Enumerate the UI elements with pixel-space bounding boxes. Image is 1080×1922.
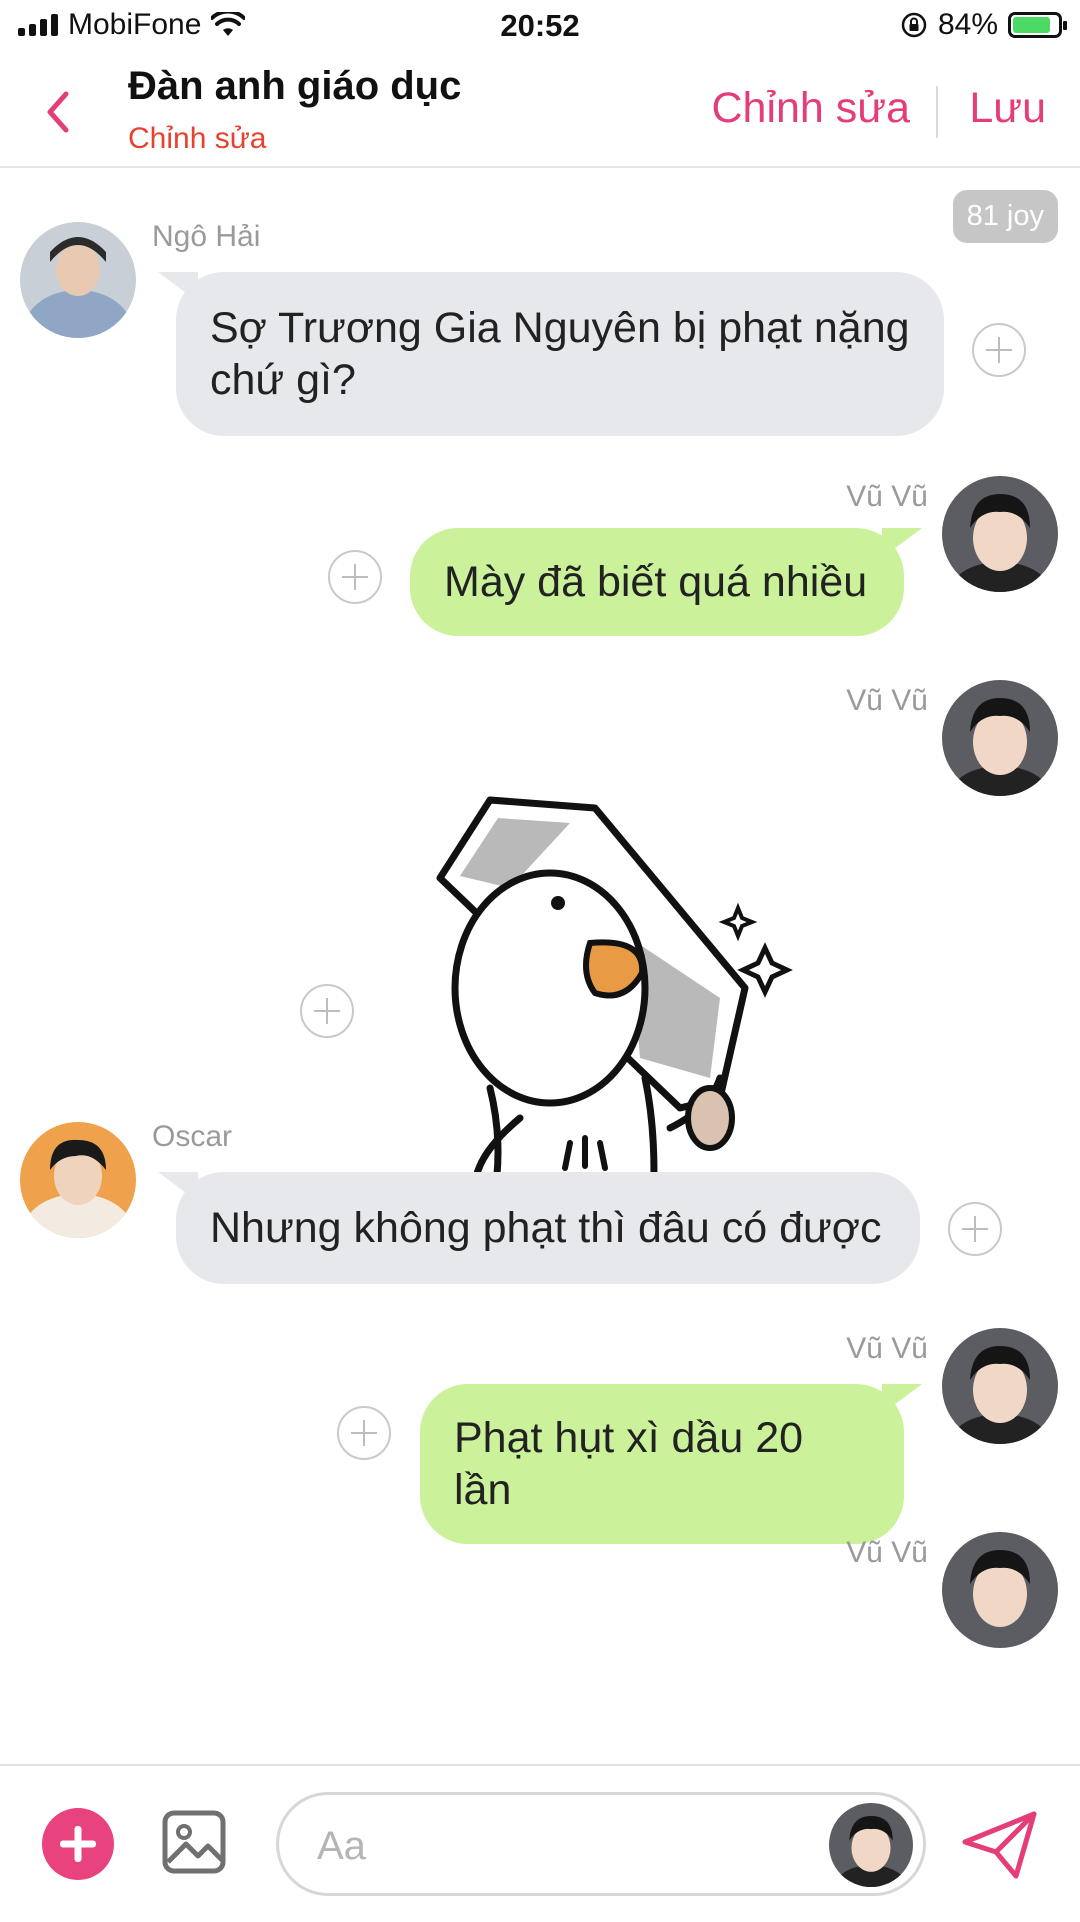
header-divider bbox=[936, 86, 938, 138]
edit-button[interactable]: Chỉnh sửa bbox=[712, 84, 911, 133]
status-bar: MobiFone 20:52 84% bbox=[0, 0, 1080, 56]
message-input[interactable] bbox=[315, 1817, 799, 1875]
message-text: Phạt hụt xì dầu 20 lần bbox=[454, 1414, 804, 1514]
status-right: 84% bbox=[900, 8, 1067, 42]
joy-badge: 81 joy bbox=[952, 190, 1058, 243]
battery-icon bbox=[1008, 12, 1067, 38]
add-reaction-icon[interactable] bbox=[972, 323, 1026, 377]
sender-name: Oscar bbox=[152, 1120, 233, 1153]
message-bubble[interactable]: Phạt hụt xì dầu 20 lần bbox=[420, 1384, 922, 1544]
page-title: Đàn anh giáo dục bbox=[128, 64, 462, 108]
message-bubble[interactable]: Sợ Trương Gia Nguyên bị phạt nặng chứ gì… bbox=[158, 272, 944, 436]
battery-percent: 84% bbox=[937, 8, 998, 41]
add-reaction-icon[interactable] bbox=[300, 984, 354, 1038]
chat-header: Đàn anh giáo dục Chỉnh sửa Chỉnh sửa Lưu bbox=[0, 56, 1080, 168]
avatar-oscar[interactable] bbox=[20, 1122, 136, 1238]
save-button[interactable]: Lưu bbox=[969, 84, 1046, 133]
chat-messages[interactable]: 81 joy Ngô Hải Sợ Trương Gia Nguyên bị p… bbox=[0, 168, 1080, 1764]
message-text: Nhưng không phạt thì đâu có được bbox=[210, 1204, 882, 1252]
page-subtitle[interactable]: Chỉnh sửa bbox=[128, 122, 267, 156]
message-bubble[interactable]: Mày đã biết quá nhiều bbox=[410, 528, 922, 636]
orientation-lock-icon bbox=[901, 12, 927, 38]
avatar-vu-vu[interactable] bbox=[942, 1328, 1058, 1444]
avatar-vu-vu[interactable] bbox=[942, 476, 1058, 592]
sender-name: Vũ Vũ bbox=[846, 1536, 928, 1569]
avatar-ngo-hai[interactable] bbox=[20, 222, 136, 338]
add-button[interactable] bbox=[42, 1808, 114, 1880]
sender-name: Vũ Vũ bbox=[846, 1332, 928, 1365]
avatar-vu-vu[interactable] bbox=[942, 680, 1058, 796]
image-icon[interactable] bbox=[162, 1810, 226, 1874]
character-avatar[interactable] bbox=[829, 1803, 913, 1887]
sender-name: Vũ Vũ bbox=[846, 480, 928, 513]
back-chevron-icon[interactable] bbox=[38, 82, 78, 142]
avatar-vu-vu[interactable] bbox=[942, 1532, 1058, 1648]
sender-name: Ngô Hải bbox=[152, 220, 261, 253]
send-icon[interactable] bbox=[960, 1810, 1040, 1880]
add-reaction-icon[interactable] bbox=[328, 550, 382, 604]
message-text: Mày đã biết quá nhiều bbox=[444, 558, 868, 606]
composer-bar bbox=[0, 1764, 1080, 1922]
message-text: Sợ Trương Gia Nguyên bị phạt nặng chứ gì… bbox=[210, 304, 910, 404]
add-reaction-icon[interactable] bbox=[337, 1406, 391, 1460]
add-reaction-icon[interactable] bbox=[948, 1202, 1002, 1256]
message-input-box[interactable] bbox=[276, 1792, 926, 1896]
message-bubble[interactable]: Nhưng không phạt thì đâu có được bbox=[158, 1172, 920, 1284]
sender-name: Vũ Vũ bbox=[846, 684, 928, 717]
